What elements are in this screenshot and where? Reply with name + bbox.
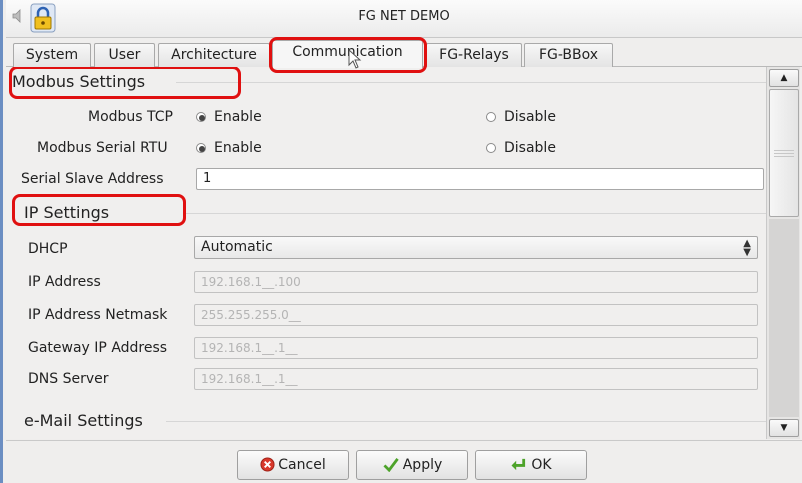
radio-unselected-icon — [486, 143, 496, 153]
dns-server-input[interactable]: 192.168.1__.1__ — [194, 368, 758, 390]
serial-slave-address-input[interactable]: 1 — [196, 168, 764, 190]
modbus-rtu-enable-radio[interactable]: Enable — [196, 140, 262, 156]
checkmark-icon — [383, 458, 399, 472]
grip-line — [774, 153, 794, 154]
ok-button[interactable]: OK — [475, 450, 587, 480]
main-window: FG NET DEMO System User Architecture Com… — [0, 0, 802, 483]
radio-label: Disable — [504, 140, 556, 156]
ip-address-input[interactable]: 192.168.1__.100 — [194, 271, 758, 293]
up-down-arrows-icon: ▲ ▼ — [743, 238, 751, 258]
modbus-tcp-disable-radio[interactable]: Disable — [486, 109, 556, 125]
radio-selected-icon — [196, 143, 206, 153]
cancel-button[interactable]: Cancel — [237, 450, 349, 480]
ip-netmask-input[interactable]: 255.255.255.0__ — [194, 304, 758, 326]
modbus-rtu-label: Modbus Serial RTU — [37, 140, 168, 156]
apply-button[interactable]: Apply — [356, 450, 468, 480]
title-bar: FG NET DEMO — [6, 0, 802, 38]
dhcp-select-value: Automatic — [201, 239, 273, 255]
radio-unselected-icon — [486, 112, 496, 122]
section-divider — [186, 213, 771, 214]
tab-bar: System User Architecture Communication F… — [6, 37, 802, 73]
dns-server-label: DNS Server — [28, 371, 109, 387]
gateway-ip-label: Gateway IP Address — [28, 340, 168, 356]
window-title: FG NET DEMO — [358, 9, 450, 24]
modbus-tcp-label: Modbus TCP — [88, 109, 173, 125]
radio-label: Enable — [214, 109, 262, 125]
gateway-ip-input[interactable]: 192.168.1__.1__ — [194, 337, 758, 359]
radio-label: Enable — [214, 140, 262, 156]
section-divider — [176, 82, 771, 83]
scroll-up-button[interactable]: ▲ — [769, 69, 799, 87]
enter-arrow-icon — [511, 458, 526, 471]
ip-address-label: IP Address — [28, 274, 101, 290]
radio-selected-icon — [196, 112, 206, 122]
scroll-down-button[interactable]: ▼ — [769, 419, 799, 437]
tab-system[interactable]: System — [13, 43, 91, 67]
serial-slave-address-label: Serial Slave Address — [21, 171, 164, 187]
mouse-cursor-icon — [348, 49, 362, 69]
scroll-thumb[interactable] — [769, 89, 799, 217]
tab-user[interactable]: User — [94, 43, 155, 67]
dhcp-label: DHCP — [28, 241, 68, 257]
section-divider — [166, 421, 771, 422]
cancel-icon — [260, 457, 275, 472]
apply-button-label: Apply — [402, 457, 443, 473]
modbus-settings-highlight — [9, 67, 241, 99]
email-settings-header: e-Mail Settings — [24, 411, 143, 430]
ip-settings-highlight — [12, 194, 186, 226]
dialog-button-bar: Cancel Apply OK — [6, 440, 802, 483]
settings-panel: Modbus Settings Modbus TCP Enable Disabl… — [6, 67, 783, 439]
modbus-rtu-disable-radio[interactable]: Disable — [486, 140, 556, 156]
grip-line — [774, 156, 794, 157]
modbus-tcp-enable-radio[interactable]: Enable — [196, 109, 262, 125]
cancel-button-label: Cancel — [278, 457, 326, 473]
tab-architecture[interactable]: Architecture — [158, 43, 270, 67]
ip-netmask-label: IP Address Netmask — [28, 307, 168, 323]
vertical-scrollbar[interactable]: ▲ ▼ — [766, 67, 800, 439]
radio-label: Disable — [504, 109, 556, 125]
tab-fg-relays[interactable]: FG-Relays — [426, 43, 522, 67]
ok-button-label: OK — [531, 457, 552, 473]
tab-fg-bbox[interactable]: FG-BBox — [524, 43, 613, 67]
scroll-track[interactable] — [769, 219, 799, 417]
dhcp-select[interactable]: Automatic ▲ ▼ — [194, 236, 758, 259]
grip-line — [774, 150, 794, 151]
